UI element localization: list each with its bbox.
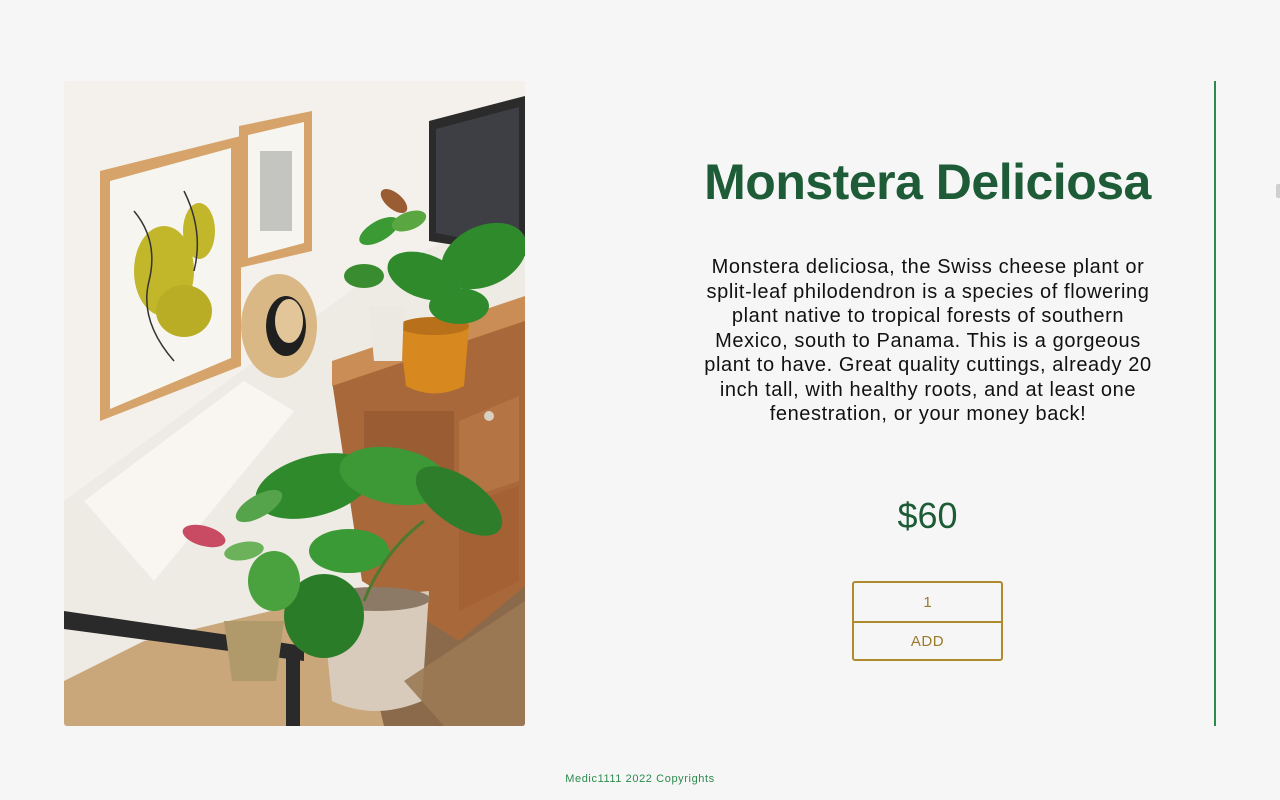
vertical-divider xyxy=(1214,81,1216,726)
add-button[interactable]: ADD xyxy=(852,622,1003,661)
product-price: $60 xyxy=(897,495,958,536)
quantity-input[interactable] xyxy=(852,581,1003,622)
product-title: Monstera Deliciosa xyxy=(704,154,1151,210)
product-description: Monstera deliciosa, the Swiss cheese pla… xyxy=(704,256,1152,425)
product-details: Monstera Deliciosa Monstera deliciosa, t… xyxy=(690,81,1165,726)
scroll-edge-indicator xyxy=(1276,184,1280,198)
add-to-cart-form: ADD xyxy=(852,581,1003,661)
product-page: Monstera Deliciosa Monstera deliciosa, t… xyxy=(0,0,1280,800)
footer-copyright: Medic1111 2022 Copyrights xyxy=(565,773,715,785)
product-image xyxy=(64,81,525,726)
